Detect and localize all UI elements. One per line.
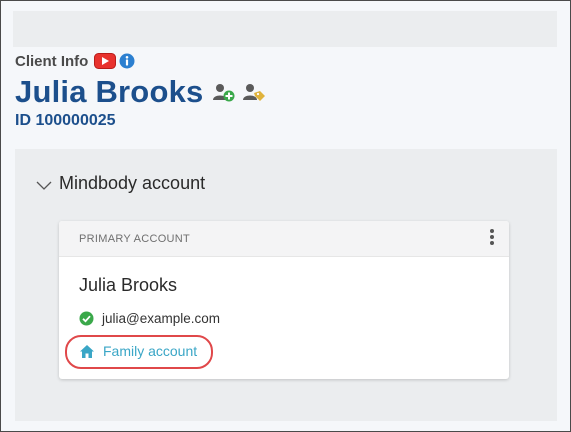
- family-account-label: Family account: [103, 343, 198, 359]
- mindbody-account-section: Mindbody account PRIMARY ACCOUNT Julia B…: [15, 149, 557, 421]
- client-info-row: Client Info: [15, 51, 266, 71]
- client-name-row: Julia Brooks: [15, 74, 266, 109]
- client-info-label: Client Info: [15, 52, 89, 70]
- client-page: Client Info Julia Brooks ID 100000025 Mi…: [0, 0, 571, 432]
- primary-account-label: PRIMARY ACCOUNT: [79, 233, 191, 245]
- chevron-down-icon[interactable]: [35, 178, 53, 190]
- check-circle-icon: [79, 311, 94, 326]
- primary-account-card: PRIMARY ACCOUNT Julia Brooks julia@examp…: [59, 221, 509, 379]
- youtube-icon[interactable]: [94, 53, 117, 69]
- top-bar: [13, 11, 557, 47]
- email-row: julia@example.com: [79, 311, 220, 326]
- client-name: Julia Brooks: [15, 74, 204, 109]
- tag-person-icon[interactable]: [242, 81, 266, 103]
- account-email: julia@example.com: [102, 311, 220, 326]
- info-icon[interactable]: [119, 53, 135, 69]
- card-header: PRIMARY ACCOUNT: [59, 221, 509, 257]
- account-holder-name: Julia Brooks: [79, 275, 178, 295]
- client-id: ID 100000025: [15, 112, 116, 129]
- add-person-icon[interactable]: [212, 81, 236, 103]
- home-icon: [79, 344, 95, 359]
- section-header[interactable]: Mindbody account: [35, 173, 205, 194]
- section-title: Mindbody account: [59, 173, 206, 193]
- client-header: Client Info Julia Brooks ID 100000025: [15, 51, 266, 130]
- kebab-menu-icon[interactable]: [489, 229, 495, 249]
- family-account-link[interactable]: Family account: [79, 343, 197, 359]
